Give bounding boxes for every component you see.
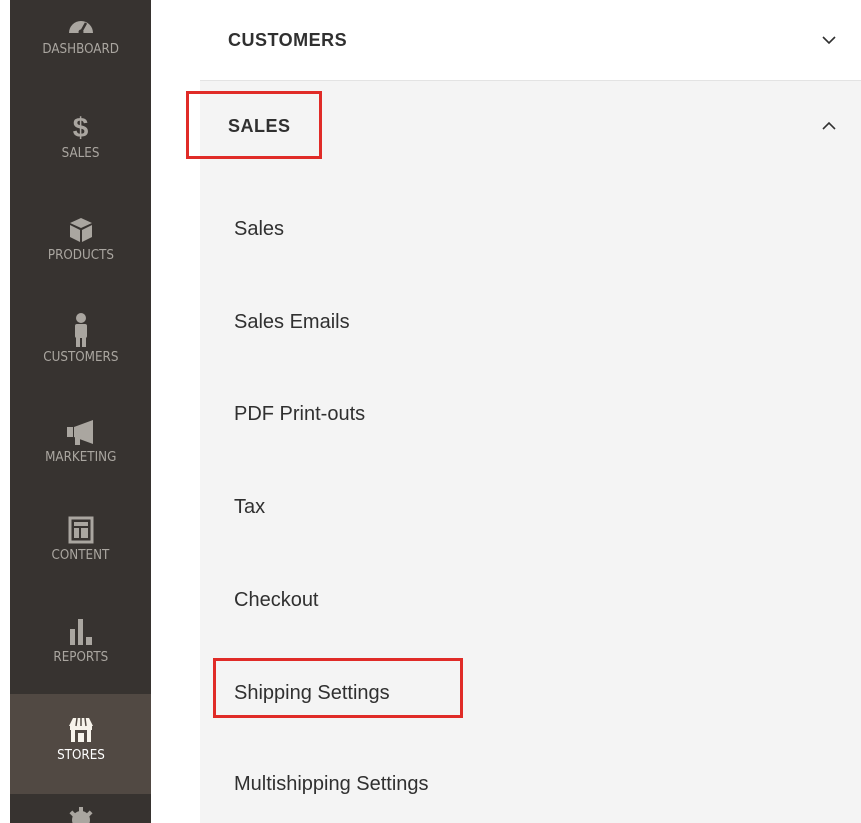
menu-item-multishipping-settings[interactable]: Multishipping Settings [234,773,429,796]
menu-item-tax[interactable]: Tax [234,496,265,519]
menu-item-shipping-settings[interactable]: Shipping Settings [234,682,390,705]
menu-item-pdf-print-outs[interactable]: PDF Print-outs [234,403,365,426]
sidebar-item-marketing[interactable]: MARKETING [10,400,151,500]
sidebar-item-label: STORES [56,748,105,763]
sidebar-item-reports[interactable]: REPORTS [10,600,151,700]
gear-icon [61,807,101,823]
section-title: SALES [228,115,291,136]
sidebar-item-label: DASHBOARD [42,42,119,57]
sidebar-item-system[interactable] [10,800,151,823]
sidebar-item-stores[interactable]: STORES [10,694,151,794]
admin-sidebar: DASHBOARD $ SALES PRODUCTS CUSTOMERS MAR… [10,0,151,823]
sidebar-item-label: SALES [61,146,100,161]
sidebar-item-label: CUSTOMERS [42,350,119,365]
sidebar-item-products[interactable]: PRODUCTS [10,200,151,300]
sidebar-item-customers[interactable]: CUSTOMERS [10,300,151,400]
sidebar-item-label: REPORTS [53,650,108,665]
section-title: CUSTOMERS [228,29,348,50]
person-icon [61,310,101,350]
dashboard-icon [61,6,101,42]
sidebar-item-label: CONTENT [51,548,110,563]
dollar-icon: $ [72,112,89,143]
box-icon [61,212,101,248]
menu-item-sales[interactable]: Sales [234,218,284,241]
menu-item-checkout[interactable]: Checkout [234,589,319,612]
menu-item-sales-emails[interactable]: Sales Emails [234,311,350,334]
bar-chart-icon [61,614,101,650]
sidebar-item-content[interactable]: CONTENT [10,500,151,600]
store-icon [61,712,101,748]
admin-config-page: DASHBOARD $ SALES PRODUCTS CUSTOMERS MAR… [0,0,861,823]
section-customers-header[interactable]: CUSTOMERS [200,0,861,81]
sidebar-item-dashboard[interactable]: DASHBOARD [10,0,151,80]
section-sales-header[interactable]: SALES [200,84,861,168]
sidebar-item-label: PRODUCTS [47,248,114,263]
sidebar-item-label: MARKETING [44,450,117,465]
chevron-up-icon [822,121,836,130]
sidebar-item-sales[interactable]: $ SALES [10,100,151,200]
layout-icon [61,512,101,548]
chevron-down-icon [822,36,836,45]
megaphone-icon [61,414,101,450]
